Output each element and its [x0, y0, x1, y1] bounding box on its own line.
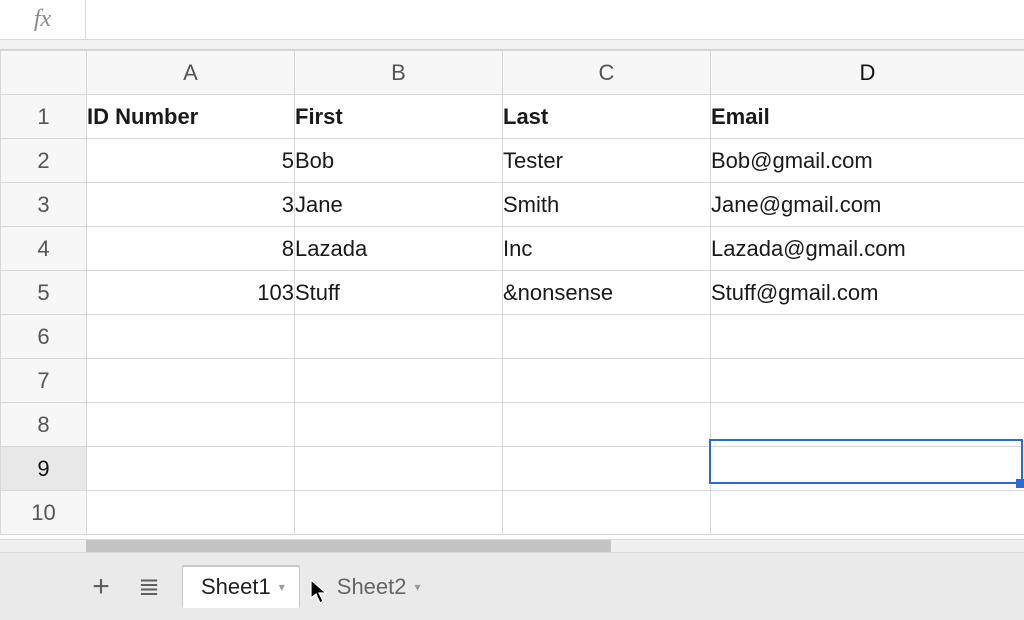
- cell-C10[interactable]: [503, 491, 711, 535]
- scrollbar-thumb[interactable]: [86, 540, 611, 552]
- cell-D6[interactable]: [711, 315, 1024, 359]
- plus-icon: +: [92, 570, 110, 604]
- cell-D3[interactable]: Jane@gmail.com: [711, 183, 1024, 227]
- row-9: 9: [1, 447, 1024, 491]
- cell-C1[interactable]: Last: [503, 95, 711, 139]
- cell-D2[interactable]: Bob@gmail.com: [711, 139, 1024, 183]
- cell-C6[interactable]: [503, 315, 711, 359]
- row-5: 5 103 Stuff &nonsense Stuff@gmail.com: [1, 271, 1024, 315]
- column-header-row: A B C D: [1, 51, 1024, 95]
- cell-B5[interactable]: Stuff: [295, 271, 503, 315]
- select-all-corner[interactable]: [1, 51, 87, 95]
- row-header-2[interactable]: 2: [1, 139, 87, 183]
- cell-A2[interactable]: 5: [87, 139, 295, 183]
- row-header-3[interactable]: 3: [1, 183, 87, 227]
- formula-bar: fx: [0, 0, 1024, 40]
- chevron-down-icon[interactable]: ▾: [279, 580, 285, 594]
- row-7: 7: [1, 359, 1024, 403]
- cell-D1[interactable]: Email: [711, 95, 1024, 139]
- cell-B9[interactable]: [295, 447, 503, 491]
- all-sheets-icon: ≣: [138, 571, 160, 602]
- cell-A3[interactable]: 3: [87, 183, 295, 227]
- row-4: 4 8 Lazada Inc Lazada@gmail.com: [1, 227, 1024, 271]
- row-header-5[interactable]: 5: [1, 271, 87, 315]
- scrollbar-gutter: [0, 540, 86, 552]
- cell-B1[interactable]: First: [295, 95, 503, 139]
- row-2: 2 5 Bob Tester Bob@gmail.com: [1, 139, 1024, 183]
- cell-A4[interactable]: 8: [87, 227, 295, 271]
- horizontal-scrollbar[interactable]: [0, 539, 1024, 553]
- row-header-9[interactable]: 9: [1, 447, 87, 491]
- cell-D10[interactable]: [711, 491, 1024, 535]
- row-6: 6: [1, 315, 1024, 359]
- row-1: 1 ID Number First Last Email: [1, 95, 1024, 139]
- cell-D9[interactable]: [711, 447, 1024, 491]
- fill-handle[interactable]: [1016, 479, 1024, 488]
- sheet-tab-sheet1[interactable]: Sheet1 ▾: [182, 566, 300, 608]
- cell-A1[interactable]: ID Number: [87, 95, 295, 139]
- row-8: 8: [1, 403, 1024, 447]
- cell-B3[interactable]: Jane: [295, 183, 503, 227]
- add-sheet-button[interactable]: +: [86, 572, 116, 602]
- cell-C8[interactable]: [503, 403, 711, 447]
- sheet-tab-sheet2[interactable]: Sheet2 ▾: [318, 566, 436, 608]
- cell-A9[interactable]: [87, 447, 295, 491]
- cell-A8[interactable]: [87, 403, 295, 447]
- cell-A6[interactable]: [87, 315, 295, 359]
- sheet-tab-label: Sheet2: [337, 574, 407, 600]
- column-header-D[interactable]: D: [711, 51, 1024, 95]
- column-header-C[interactable]: C: [503, 51, 711, 95]
- column-header-B[interactable]: B: [295, 51, 503, 95]
- cell-B10[interactable]: [295, 491, 503, 535]
- all-sheets-button[interactable]: ≣: [134, 572, 164, 602]
- cell-B4[interactable]: Lazada: [295, 227, 503, 271]
- fx-icon: fx: [0, 0, 86, 39]
- row-header-6[interactable]: 6: [1, 315, 87, 359]
- cell-D8[interactable]: [711, 403, 1024, 447]
- cell-D5[interactable]: Stuff@gmail.com: [711, 271, 1024, 315]
- row-3: 3 3 Jane Smith Jane@gmail.com: [1, 183, 1024, 227]
- row-header-8[interactable]: 8: [1, 403, 87, 447]
- column-header-A[interactable]: A: [87, 51, 295, 95]
- cell-C5[interactable]: &nonsense: [503, 271, 711, 315]
- cell-B7[interactable]: [295, 359, 503, 403]
- cell-C9[interactable]: [503, 447, 711, 491]
- cell-C7[interactable]: [503, 359, 711, 403]
- cell-C4[interactable]: Inc: [503, 227, 711, 271]
- spreadsheet-grid[interactable]: A B C D 1 ID Number First Last Email 2 5…: [0, 50, 1024, 539]
- cell-D7[interactable]: [711, 359, 1024, 403]
- chevron-down-icon[interactable]: ▾: [415, 580, 421, 594]
- formula-input[interactable]: [86, 0, 1024, 39]
- sheet-tab-label: Sheet1: [201, 574, 271, 600]
- row-10: 10: [1, 491, 1024, 535]
- cell-C2[interactable]: Tester: [503, 139, 711, 183]
- cell-C3[interactable]: Smith: [503, 183, 711, 227]
- cell-B8[interactable]: [295, 403, 503, 447]
- cell-A10[interactable]: [87, 491, 295, 535]
- cell-B6[interactable]: [295, 315, 503, 359]
- scrollbar-track[interactable]: [86, 540, 1024, 552]
- row-header-1[interactable]: 1: [1, 95, 87, 139]
- cell-A7[interactable]: [87, 359, 295, 403]
- cell-A5[interactable]: 103: [87, 271, 295, 315]
- row-header-10[interactable]: 10: [1, 491, 87, 535]
- toolbar-strip: [0, 40, 1024, 50]
- cell-B2[interactable]: Bob: [295, 139, 503, 183]
- cell-D4[interactable]: Lazada@gmail.com: [711, 227, 1024, 271]
- row-header-7[interactable]: 7: [1, 359, 87, 403]
- row-header-4[interactable]: 4: [1, 227, 87, 271]
- sheet-tab-strip: + ≣ Sheet1 ▾ Sheet2 ▾: [0, 553, 1024, 620]
